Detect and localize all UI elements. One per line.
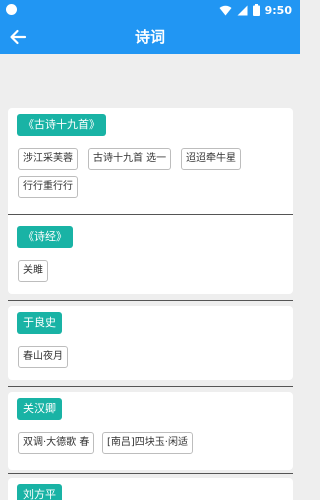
divider — [8, 473, 293, 474]
divider — [8, 214, 293, 215]
battery-icon — [252, 4, 260, 16]
status-bar: 9:50 — [0, 0, 300, 20]
author-tag[interactable]: 关汉卿 — [17, 398, 62, 420]
poem-chip[interactable]: 春山夜月 — [18, 346, 68, 368]
wifi-icon — [219, 5, 232, 15]
author-card-yu-liangshi: 于良史 春山夜月 — [8, 306, 293, 380]
poem-chip[interactable]: 关雎 — [18, 260, 48, 282]
author-card-liu-fangping: 刘方平 — [8, 478, 293, 500]
app-notification-icon — [6, 4, 17, 15]
poem-chip[interactable]: 迢迢牵牛星 — [181, 148, 241, 170]
poem-chip[interactable]: 行行重行行 — [18, 176, 78, 198]
author-tag[interactable]: 《诗经》 — [17, 226, 73, 248]
divider — [8, 386, 293, 387]
poem-chip[interactable]: [南吕]四块玉·闲适 — [102, 432, 193, 454]
poem-chip[interactable]: 古诗十九首 选一 — [88, 148, 172, 170]
poem-chip[interactable]: 涉江采芙蓉 — [18, 148, 78, 170]
signal-icon — [237, 5, 248, 15]
divider — [8, 300, 293, 301]
author-tag[interactable]: 《古诗十九首》 — [17, 114, 106, 136]
author-card-shijing: 《诗经》 关雎 — [8, 220, 293, 294]
page-title: 诗词 — [134, 28, 165, 46]
poem-chip[interactable]: 双调·大德歌 春 — [18, 432, 95, 454]
clock: 9:50 — [264, 3, 292, 17]
author-tag[interactable]: 刘方平 — [17, 484, 62, 500]
poem-list: 《古诗十九首》 涉江采芙蓉 古诗十九首 选一 迢迢牵牛星 行行重行行 《诗经》 … — [0, 54, 300, 500]
author-tag[interactable]: 于良史 — [17, 312, 62, 334]
app-bar: 诗词 — [0, 20, 300, 54]
author-card-guan-hanqing: 关汉卿 双调·大德歌 春 [南吕]四块玉·闲适 — [8, 392, 293, 470]
